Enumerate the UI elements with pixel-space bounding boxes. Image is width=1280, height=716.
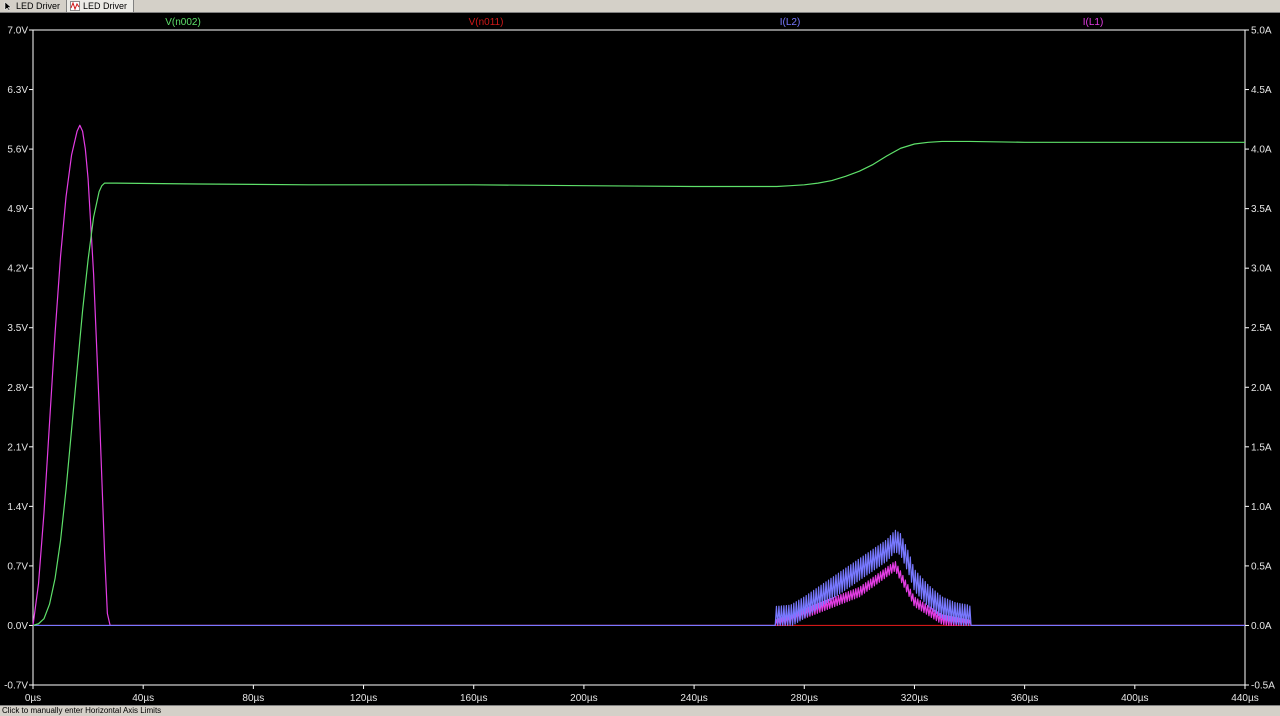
- y-right-tick-label: 3.0A: [1251, 264, 1272, 275]
- y-right-tick-label: 1.5A: [1251, 442, 1272, 453]
- x-tick-label: 400µs: [1121, 693, 1148, 704]
- y-right-tick-label: 1.0A: [1251, 502, 1272, 513]
- tab-led-driver-schematic[interactable]: LED Driver: [0, 0, 68, 12]
- y-left-tick-label: 2.1V: [7, 442, 28, 453]
- y-left-tick-label: 6.3V: [7, 85, 28, 96]
- trace-i-l2[interactable]: [33, 529, 1245, 627]
- trace-i-l1[interactable]: [32, 124, 1245, 627]
- y-left-tick-label: 3.5V: [7, 323, 28, 334]
- y-left-tick-label: 0.7V: [7, 561, 28, 572]
- y-left-tick-label: 7.0V: [7, 26, 28, 37]
- y-right-tick-label: 3.5A: [1251, 204, 1272, 215]
- window-tab-bar: LED Driver LED Driver: [0, 0, 1280, 13]
- x-tick-label: 120µs: [350, 693, 377, 704]
- waveform-plot[interactable]: 0µs 40µs 80µs 120µs 160µs 200µs 240µs 280µs 320µ…: [0, 13, 1280, 705]
- x-tick-label: 440µs: [1231, 693, 1258, 704]
- y-right-tick-label: 0.0A: [1251, 621, 1272, 632]
- y-right-tick-label: 2.5A: [1251, 323, 1272, 334]
- y-right-tick-label: -0.5A: [1251, 681, 1275, 692]
- arrow-cursor-icon: [3, 1, 13, 11]
- tab-led-driver-waveform[interactable]: LED Driver: [67, 0, 135, 12]
- x-tick-label: 280µs: [791, 693, 818, 704]
- x-tick-label: 320µs: [901, 693, 928, 704]
- legend-i-l2[interactable]: I(L2): [780, 17, 801, 28]
- y-left-tick-label: 4.2V: [7, 264, 28, 275]
- y-left-tick-label: 0.0V: [7, 621, 28, 632]
- x-tick-label: 360µs: [1011, 693, 1038, 704]
- y-left-tick-label: 5.6V: [7, 145, 28, 156]
- y-right-tick-label: 5.0A: [1251, 26, 1272, 37]
- y-right-tick-label: 4.0A: [1251, 145, 1272, 156]
- trace-v-n002[interactable]: [32, 140, 1245, 627]
- waveform-icon: [70, 1, 80, 11]
- status-bar: Click to manually enter Horizontal Axis …: [0, 705, 1280, 716]
- x-tick-label: 80µs: [242, 693, 264, 704]
- status-text: Click to manually enter Horizontal Axis …: [2, 706, 162, 715]
- y-left-tick-label: 4.9V: [7, 204, 28, 215]
- tab-label: LED Driver: [83, 1, 128, 11]
- plot-frame: [32, 29, 1246, 686]
- y-left-tick-label: 2.8V: [7, 383, 28, 394]
- y-right-tick-label: 0.5A: [1251, 561, 1272, 572]
- x-tick-label: 40µs: [132, 693, 154, 704]
- legend-v-n002[interactable]: V(n002): [165, 17, 201, 28]
- x-tick-label: 0µs: [25, 693, 41, 704]
- tab-label: LED Driver: [16, 1, 61, 11]
- y-left-tick-label: 1.4V: [7, 502, 28, 513]
- legend-i-l1[interactable]: I(L1): [1083, 17, 1104, 28]
- x-tick-label: 200µs: [570, 693, 597, 704]
- y-right-tick-label: 4.5A: [1251, 85, 1272, 96]
- y-left-tick-label: -0.7V: [4, 681, 28, 692]
- x-tick-label: 160µs: [460, 693, 487, 704]
- y-right-tick-label: 2.0A: [1251, 383, 1272, 394]
- legend-v-n011[interactable]: V(n011): [469, 17, 504, 28]
- x-tick-label: 240µs: [680, 693, 707, 704]
